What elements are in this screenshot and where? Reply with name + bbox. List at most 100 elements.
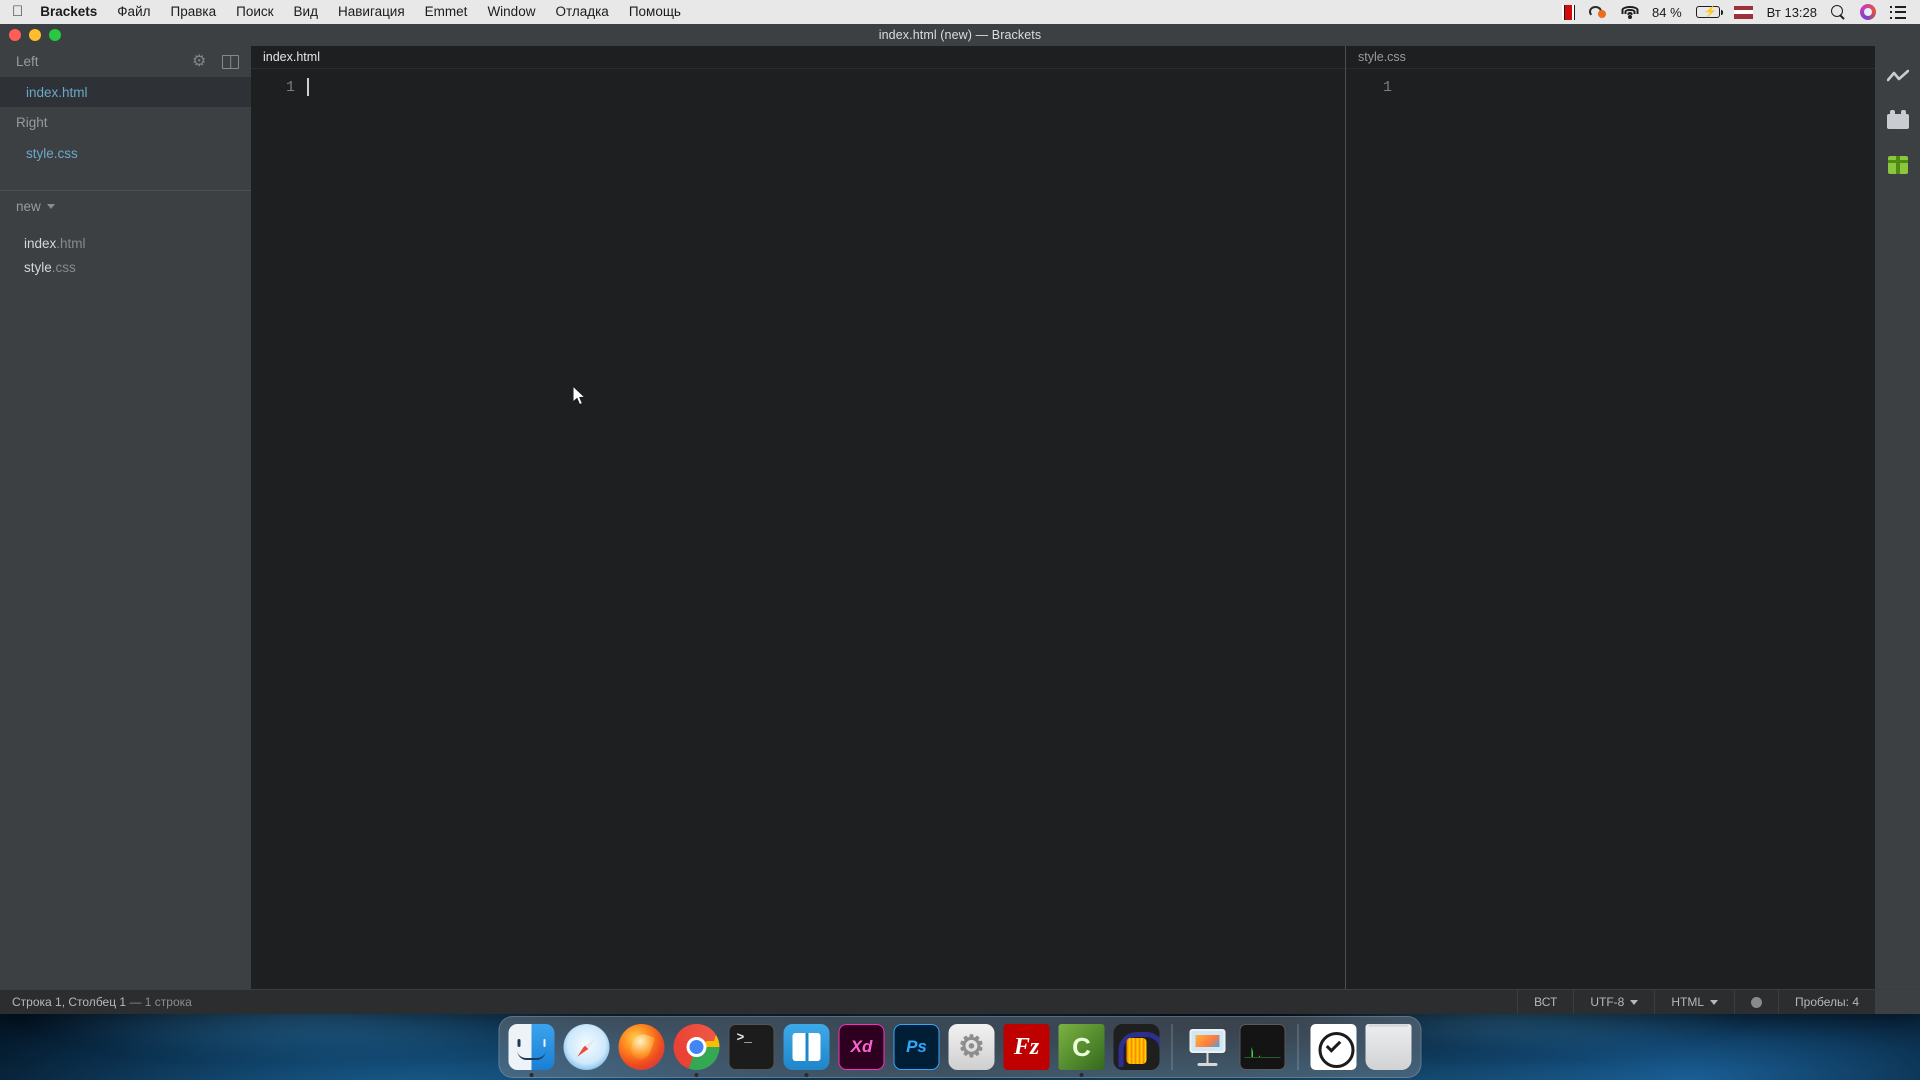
film-strip-icon[interactable] bbox=[1562, 4, 1576, 20]
status-cursor-info: Строка 1, Столбец 1 — 1 строка bbox=[0, 995, 192, 1009]
editor-pane-left-body[interactable]: 1 bbox=[251, 69, 1345, 989]
status-encoding-dropdown[interactable]: UTF-8 bbox=[1573, 990, 1654, 1014]
gear-icon[interactable] bbox=[192, 54, 208, 70]
dock-item-things[interactable] bbox=[1309, 1022, 1359, 1072]
dock-item-terminal[interactable] bbox=[727, 1022, 777, 1072]
status-lint-button[interactable] bbox=[1734, 990, 1778, 1014]
working-set-item-label: style.css bbox=[26, 145, 78, 161]
dock-item-brackets[interactable] bbox=[782, 1022, 832, 1077]
file-tree-item-basename: index bbox=[24, 235, 57, 251]
project-dropdown[interactable]: new bbox=[0, 191, 251, 221]
working-set-right-header: Right bbox=[0, 107, 251, 138]
editor-pane-right-body[interactable]: 1 bbox=[1346, 69, 1875, 989]
gift-icon[interactable] bbox=[1886, 154, 1910, 176]
window-traffic-lights bbox=[9, 29, 61, 41]
editor-pane-left: index.html 1 bbox=[251, 46, 1345, 989]
working-set-left-header: Left bbox=[0, 46, 251, 77]
status-indentation[interactable]: Пробелы: 4 bbox=[1778, 990, 1875, 1014]
menu-item-emmet[interactable]: Emmet bbox=[415, 0, 478, 24]
status-cursor-position: Строка 1, Столбец 1 bbox=[12, 995, 127, 1009]
working-set-left: Left index.html bbox=[0, 46, 251, 107]
dock-item-system-preferences[interactable] bbox=[947, 1022, 997, 1072]
battery-percentage[interactable]: 84 % bbox=[1652, 5, 1682, 20]
dock-icon-label: C bbox=[1058, 1024, 1105, 1070]
menu-item-help[interactable]: Помощь bbox=[619, 0, 691, 24]
apple-logo-icon[interactable]:  bbox=[0, 4, 36, 19]
sidebar-gap bbox=[0, 168, 251, 190]
latvian-flag-icon[interactable] bbox=[1733, 5, 1753, 19]
code-content[interactable] bbox=[307, 78, 1345, 100]
file-tree-item-style-css[interactable]: style .css bbox=[0, 255, 251, 279]
status-insert-mode-label: ВСТ bbox=[1534, 995, 1558, 1009]
status-encoding-label: UTF-8 bbox=[1590, 995, 1625, 1009]
menu-bar-items:  Brackets Файл Правка Поиск Вид Навигац… bbox=[0, 0, 691, 24]
editor-area: index.html 1 style.css 1 bbox=[251, 46, 1875, 989]
menu-item-edit[interactable]: Правка bbox=[161, 0, 227, 24]
dock-item-safari[interactable] bbox=[562, 1022, 612, 1072]
status-indentation-label: Пробелы: 4 bbox=[1795, 995, 1859, 1009]
dock-item-chrome[interactable] bbox=[672, 1022, 722, 1077]
lint-status-icon bbox=[1751, 996, 1763, 1008]
editor-pane-right-filename: style.css bbox=[1358, 50, 1406, 64]
running-indicator bbox=[694, 1073, 699, 1077]
menu-app-name[interactable]: Brackets bbox=[36, 0, 107, 24]
dock-item-keynote[interactable] bbox=[1183, 1022, 1233, 1072]
running-indicator bbox=[804, 1073, 809, 1077]
mask-recording-icon[interactable] bbox=[1589, 5, 1607, 19]
spotlight-search-icon[interactable] bbox=[1831, 4, 1846, 20]
dock-item-activity-monitor[interactable] bbox=[1238, 1022, 1288, 1072]
menu-item-debug[interactable]: Отладка bbox=[545, 0, 618, 24]
split-view-icon[interactable] bbox=[222, 54, 239, 69]
window-titlebar[interactable]: index.html (new) — Brackets bbox=[0, 24, 1920, 46]
file-tree-item-extension: .css bbox=[51, 259, 76, 275]
control-center-icon[interactable] bbox=[1890, 5, 1906, 19]
wifi-icon[interactable] bbox=[1621, 5, 1639, 19]
menu-item-find[interactable]: Поиск bbox=[226, 0, 283, 24]
battery-charging-icon[interactable]: ⚡ bbox=[1695, 6, 1723, 18]
status-line-count: 1 строка bbox=[144, 995, 192, 1009]
dock-item-xd[interactable]: Xd bbox=[837, 1022, 887, 1072]
editor-pane-left-header[interactable]: index.html bbox=[251, 46, 1345, 69]
dock-item-cpp-app[interactable]: C bbox=[1057, 1022, 1107, 1077]
editor-pane-right: style.css 1 bbox=[1345, 46, 1875, 989]
working-set-item-style-css[interactable]: style.css bbox=[0, 138, 251, 168]
macos-menu-bar:  Brackets Файл Правка Поиск Вид Навигац… bbox=[0, 0, 1920, 24]
code-line: 1 bbox=[251, 69, 1345, 100]
working-set-right-label: Right bbox=[16, 115, 48, 130]
live-preview-icon[interactable] bbox=[1886, 66, 1910, 88]
minimize-window-button[interactable] bbox=[29, 29, 41, 41]
close-window-button[interactable] bbox=[9, 29, 21, 41]
dock-item-firefox[interactable] bbox=[617, 1022, 667, 1072]
working-set-item-index-html[interactable]: index.html bbox=[0, 77, 251, 107]
dock-item-photoshop[interactable]: Ps bbox=[892, 1022, 942, 1072]
dock-icon-label: Fz bbox=[1003, 1024, 1050, 1070]
dock-item-audacity[interactable] bbox=[1112, 1022, 1162, 1072]
dock-item-trash[interactable] bbox=[1364, 1022, 1414, 1072]
running-indicator bbox=[1079, 1073, 1084, 1077]
status-language-dropdown[interactable]: HTML bbox=[1654, 990, 1734, 1014]
editor-pane-right-header[interactable]: style.css bbox=[1346, 46, 1875, 69]
status-bar-right: ВСТ UTF-8 HTML Пробелы: 4 bbox=[1517, 990, 1920, 1014]
dock-item-finder[interactable] bbox=[507, 1022, 557, 1077]
working-set-item-label: index.html bbox=[26, 84, 88, 100]
menu-item-file[interactable]: Файл bbox=[107, 0, 160, 24]
sidebar-empty-space bbox=[0, 279, 251, 989]
project-tree-spacer bbox=[0, 221, 251, 231]
menu-item-navigate[interactable]: Навигация bbox=[328, 0, 415, 24]
siri-icon[interactable] bbox=[1860, 4, 1876, 20]
extension-manager-icon[interactable] bbox=[1886, 109, 1910, 132]
menu-bar-clock[interactable]: Вт 13:28 bbox=[1767, 5, 1817, 20]
dock-item-filezilla[interactable]: Fz bbox=[1002, 1022, 1052, 1072]
menu-item-window[interactable]: Window bbox=[477, 0, 545, 24]
running-indicator bbox=[529, 1073, 534, 1077]
status-insert-mode[interactable]: ВСТ bbox=[1517, 990, 1573, 1014]
dock-separator bbox=[1297, 1023, 1299, 1070]
right-toolbar bbox=[1875, 46, 1920, 989]
file-tree-item-extension: .html bbox=[56, 235, 86, 251]
maximize-window-button[interactable] bbox=[49, 29, 61, 41]
editor-pane-left-filename: index.html bbox=[263, 50, 320, 64]
status-bar-tail bbox=[1875, 990, 1920, 1014]
code-line: 1 bbox=[1346, 69, 1875, 98]
menu-item-view[interactable]: Вид bbox=[284, 0, 328, 24]
file-tree-item-index-html[interactable]: index .html bbox=[0, 231, 251, 255]
